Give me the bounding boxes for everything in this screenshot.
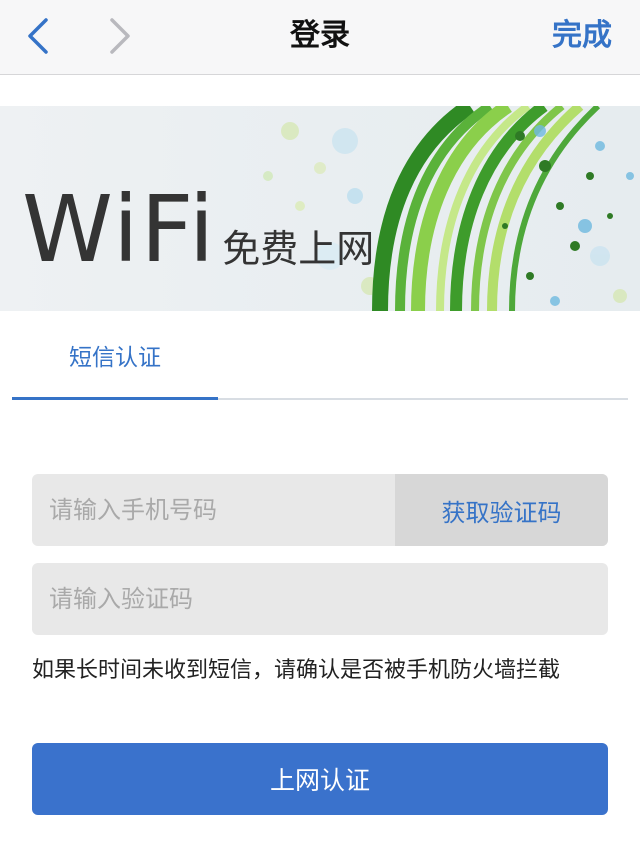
auth-tabs: 短信认证	[12, 312, 628, 400]
get-code-button[interactable]: 获取验证码	[395, 474, 608, 546]
phone-input[interactable]	[32, 474, 394, 546]
tab-active-indicator	[12, 397, 218, 400]
wifi-banner: WiFi 免费上网	[0, 106, 640, 311]
banner-free-text: 免费上网	[222, 227, 375, 271]
sms-hint-text: 如果长时间未收到短信，请确认是否被手机防火墙拦截	[32, 658, 561, 683]
phone-field: 获取验证码	[32, 474, 608, 546]
banner-wifi-text: WiFi	[22, 176, 217, 283]
submit-auth-button[interactable]: 上网认证	[32, 743, 608, 815]
tab-sms-auth[interactable]: 短信认证	[12, 312, 218, 398]
code-field	[32, 563, 608, 635]
done-button[interactable]: 完成	[552, 16, 612, 56]
page-title: 登录	[290, 18, 350, 53]
banner-text: WiFi 免费上网	[22, 184, 374, 276]
navigation-bar: 登录 完成	[0, 0, 640, 75]
verification-code-input[interactable]	[32, 563, 599, 635]
